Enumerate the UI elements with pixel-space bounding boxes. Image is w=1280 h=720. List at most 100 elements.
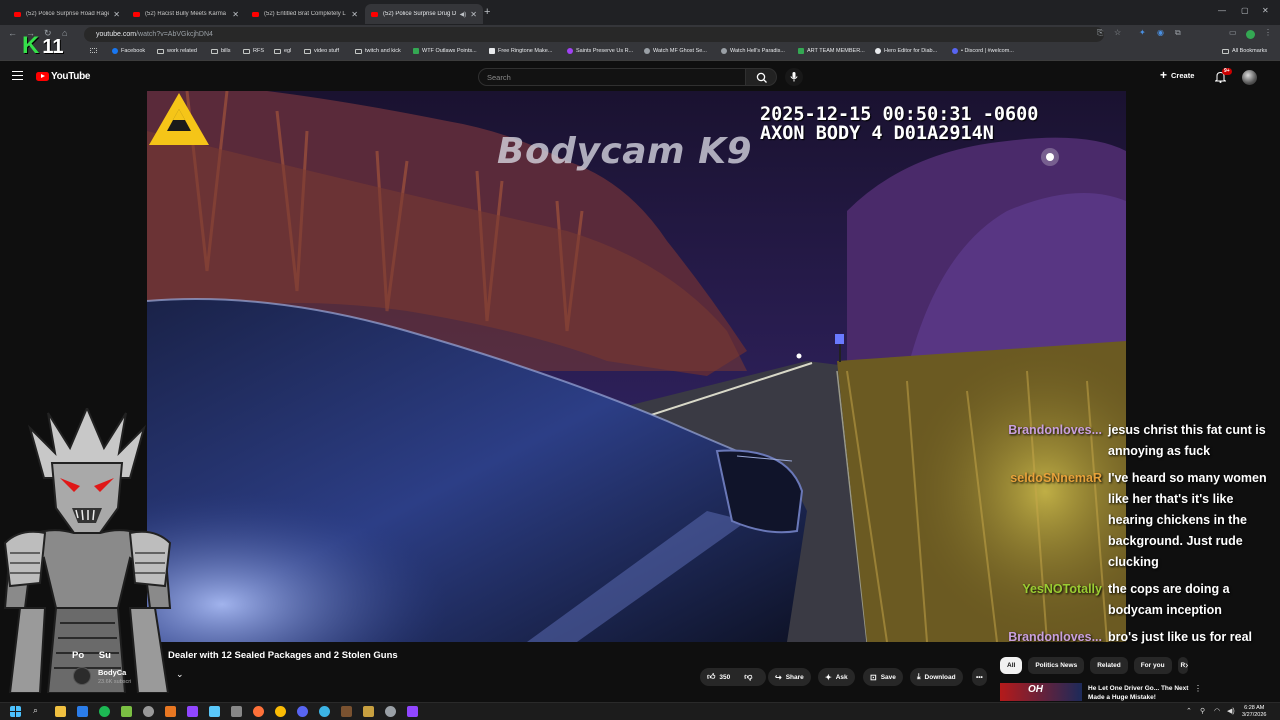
bookmark-item[interactable]: ART TEAM MEMBER... xyxy=(798,48,865,54)
facebook-icon xyxy=(112,48,118,54)
search-button[interactable] xyxy=(745,68,777,86)
chevron-up-icon[interactable]: ⌃ xyxy=(1186,707,1192,715)
browser-tab-active[interactable]: (52) Police Surprise Drug D ◀) ✕ xyxy=(365,4,483,24)
bookmark-star-icon[interactable]: ☆ xyxy=(1114,28,1121,37)
browser-tab[interactable]: (52) Racist Bully Meets Karma & ✕ xyxy=(127,4,245,24)
bookmark-folder[interactable]: bills xyxy=(211,48,230,54)
profile-avatar[interactable] xyxy=(1246,30,1255,39)
app-icon[interactable] xyxy=(121,706,132,717)
close-window-icon[interactable]: ✕ xyxy=(1262,6,1269,15)
share-button[interactable]: ↪ Share xyxy=(768,668,811,686)
chat-text: I've heard so many women like her that's… xyxy=(1108,471,1267,569)
url-host: youtube.com xyxy=(96,31,137,38)
chip-politics-news[interactable]: Politics News xyxy=(1028,657,1085,674)
channel-name[interactable]: BodyCa xyxy=(98,668,126,677)
app-icon[interactable] xyxy=(231,706,242,717)
bookmark-folder[interactable]: work related xyxy=(157,48,197,54)
close-icon[interactable]: ✕ xyxy=(470,10,477,19)
like-dislike-button[interactable]: 👍︎ 350 👎︎ xyxy=(700,668,766,686)
voice-search-button[interactable] xyxy=(785,68,803,86)
bookmark-item[interactable]: Hero Editor for Diab... xyxy=(875,48,937,54)
windows-start-icon[interactable] xyxy=(10,706,21,717)
chip-all[interactable]: All xyxy=(1000,657,1023,674)
bookmark-label: bills xyxy=(221,48,231,54)
video-player[interactable]: Bodycam K9 2025-12-15 00:50:31 -0600 AXO… xyxy=(147,91,1126,642)
bookmark-item[interactable]: Watch MF Ghost Se... xyxy=(644,48,707,54)
extensions-puzzle-icon[interactable]: ⧉ xyxy=(1175,28,1181,38)
bookmark-item[interactable]: Watch Hell's Paradis... xyxy=(721,48,785,54)
menu-dots-icon[interactable]: ⋮ xyxy=(1264,28,1272,37)
install-app-icon[interactable]: ⎘ xyxy=(1097,28,1103,38)
speaker-icon[interactable]: ◀) xyxy=(460,11,467,18)
location-icon[interactable]: ⚲ xyxy=(1200,707,1205,715)
recommendation-thumbnail[interactable]: OH xyxy=(1000,683,1082,701)
bookmark-folder[interactable]: egl xyxy=(274,48,291,54)
youtube-logo[interactable]: YouTube xyxy=(36,71,91,82)
create-button[interactable]: + Create xyxy=(1160,69,1194,81)
url-field[interactable]: youtube.com/watch?v=AbVGkcjhDN4 xyxy=(84,27,1104,42)
new-tab-button[interactable]: + xyxy=(484,6,490,18)
app-icon[interactable] xyxy=(187,706,198,717)
file-explorer-icon[interactable] xyxy=(55,706,66,717)
youtube-wordmark: YouTube xyxy=(51,71,91,82)
browser-tab[interactable]: (52) Entitled Brat Completely L ✕ xyxy=(246,4,364,24)
extension-icon[interactable]: ◉ xyxy=(1157,28,1164,37)
app-icon[interactable] xyxy=(99,706,110,717)
youtube-favicon-icon xyxy=(133,11,140,17)
site-icon xyxy=(721,48,727,54)
chip-for-you[interactable]: For you xyxy=(1133,657,1172,674)
download-button[interactable]: ⤓ Download xyxy=(910,668,963,686)
back-arrow-icon[interactable]: ← xyxy=(8,28,17,38)
bookmark-item[interactable]: Facebook xyxy=(112,48,145,54)
browser-tab[interactable]: (52) Police Surprise Road Rage ✕ xyxy=(8,4,126,24)
all-bookmarks[interactable]: All Bookmarks xyxy=(1222,48,1267,54)
app-icon[interactable] xyxy=(77,706,88,717)
close-icon[interactable]: ✕ xyxy=(113,10,120,19)
account-avatar[interactable] xyxy=(1242,70,1257,85)
maximize-icon[interactable]: ▢ xyxy=(1241,6,1249,15)
bookmark-item[interactable]: Saints Preserve Us R... xyxy=(567,48,633,54)
channel-avatar[interactable] xyxy=(73,667,91,685)
search-input[interactable]: Search xyxy=(478,68,746,86)
ask-button[interactable]: ✦ Ask xyxy=(818,668,855,686)
apps-grid-icon[interactable] xyxy=(90,48,100,53)
minimize-icon[interactable]: — xyxy=(1218,6,1226,15)
volume-icon[interactable]: ◀) xyxy=(1227,707,1235,715)
thumbs-down-icon[interactable]: 👎︎ xyxy=(744,672,752,682)
app-icon[interactable] xyxy=(363,706,374,717)
app-icon[interactable] xyxy=(165,706,176,717)
firefox-icon[interactable] xyxy=(253,706,264,717)
app-icon[interactable] xyxy=(341,706,352,717)
bookmark-folder[interactable]: RFS xyxy=(243,48,264,54)
bookmark-item[interactable]: • Discord | #welcom... xyxy=(952,48,1014,54)
chrome-icon[interactable] xyxy=(275,706,286,717)
app-icon[interactable] xyxy=(319,706,330,717)
extension-icon[interactable]: ✦ xyxy=(1139,28,1146,37)
app-icon[interactable] xyxy=(407,706,418,717)
discord-icon[interactable] xyxy=(297,706,308,717)
bookmark-folder[interactable]: video stuff xyxy=(304,48,339,54)
more-actions-button[interactable]: ••• xyxy=(972,668,987,686)
taskbar-clock[interactable]: 6:28 AM 3/27/2026 xyxy=(1242,705,1266,719)
wifi-icon[interactable]: ◠ xyxy=(1214,707,1220,715)
more-vert-icon[interactable]: ⋮ xyxy=(1194,684,1202,693)
bookmark-item[interactable]: Free Ringtone Make... xyxy=(489,48,552,54)
chip-related[interactable]: Related xyxy=(1090,657,1128,674)
site-icon xyxy=(798,48,804,54)
app-icon[interactable] xyxy=(143,706,154,717)
chevron-right-icon[interactable]: › xyxy=(1185,660,1188,671)
menu-icon[interactable] xyxy=(12,71,23,80)
save-button[interactable]: ⊡ Save xyxy=(863,668,903,686)
device-line: AXON BODY 4 D01A2914N xyxy=(760,123,994,144)
sidebar-icon[interactable]: ▭ xyxy=(1229,28,1237,37)
bookmarks-bar: Facebook work related bills RFS egl vide… xyxy=(0,44,1280,61)
search-icon[interactable]: ⌕ xyxy=(33,705,38,716)
bookmark-item[interactable]: WTF Outlaws Points... xyxy=(413,48,477,54)
recommendation-title[interactable]: He Let One Driver Go... The Next Made a … xyxy=(1088,684,1192,702)
settings-gear-icon[interactable] xyxy=(385,706,396,717)
bookmark-folder[interactable]: twitch and kick xyxy=(355,48,401,54)
close-icon[interactable]: ✕ xyxy=(351,10,358,19)
close-icon[interactable]: ✕ xyxy=(232,10,239,19)
chevron-down-icon[interactable]: ⌄ xyxy=(176,669,184,680)
app-icon[interactable] xyxy=(209,706,220,717)
